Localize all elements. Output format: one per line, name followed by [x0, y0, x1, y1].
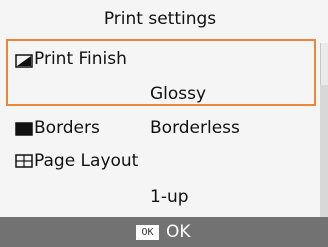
page-layout-value: 1-up — [150, 187, 189, 207]
borders-label: Borders — [34, 118, 100, 138]
page-layout-icon — [15, 154, 33, 168]
ok-action-label[interactable]: OK — [166, 220, 191, 244]
setting-row-print-finish[interactable]: Print Finish Glossy — [0, 43, 320, 104]
print-finish-label: Print Finish — [34, 49, 127, 69]
setting-row-borders[interactable]: Borders Borderless — [0, 117, 320, 141]
setting-row-page-layout[interactable]: Page Layout 1-up — [0, 150, 320, 208]
scrollbar-thumb[interactable] — [320, 43, 328, 85]
page-layout-label: Page Layout — [34, 151, 139, 171]
borders-icon — [15, 122, 33, 136]
page-title: Print settings — [103, 9, 217, 29]
borders-value: Borderless — [150, 118, 240, 138]
ok-key-icon: OK — [136, 225, 159, 240]
print-finish-icon — [15, 54, 33, 68]
print-settings-screen: Print settings Print Finish Glossy Borde… — [0, 0, 328, 247]
print-finish-value: Glossy — [150, 84, 207, 104]
bottom-action-bar: OK OK — [0, 217, 328, 247]
